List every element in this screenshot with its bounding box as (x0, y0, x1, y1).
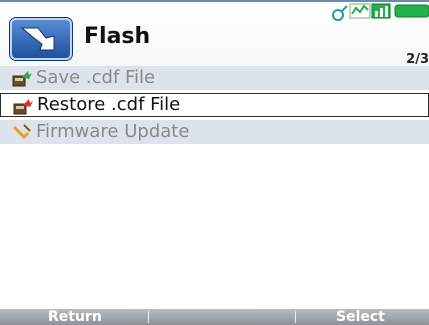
menu-item-label: Restore .cdf File (37, 94, 181, 115)
page-title: Flash (84, 24, 151, 49)
status-indicators (320, 2, 429, 26)
connection-icon (332, 9, 344, 21)
menu-item-label: Firmware Update (36, 121, 190, 142)
flash-menu: Save .cdf File Restore .cdf File Firmwar… (0, 66, 429, 147)
return-button[interactable]: Return (48, 309, 102, 325)
header: Flash 2/3 (0, 0, 429, 67)
page-counter: 2/3 (406, 52, 429, 67)
save-file-icon (12, 69, 32, 87)
menu-item-label: Save .cdf File (36, 67, 156, 88)
firmware-update-icon (12, 123, 32, 141)
restore-file-icon (13, 97, 33, 115)
select-button[interactable]: Select (336, 309, 385, 325)
flash-screen: Flash 2/3 Save .cdf File Restore .cdf Fi… (0, 0, 429, 325)
status-icons (332, 3, 429, 21)
menu-item-restore-cdf[interactable]: Restore .cdf File (0, 93, 429, 117)
menu-item-save-cdf[interactable]: Save .cdf File (0, 66, 429, 90)
flash-app-icon (10, 18, 72, 60)
menu-item-firmware-update[interactable]: Firmware Update (0, 120, 429, 144)
softkey-separator (295, 311, 296, 323)
softkey-bar: Return Select (0, 309, 429, 325)
battery-icon (394, 4, 429, 18)
softkey-separator (148, 311, 149, 323)
